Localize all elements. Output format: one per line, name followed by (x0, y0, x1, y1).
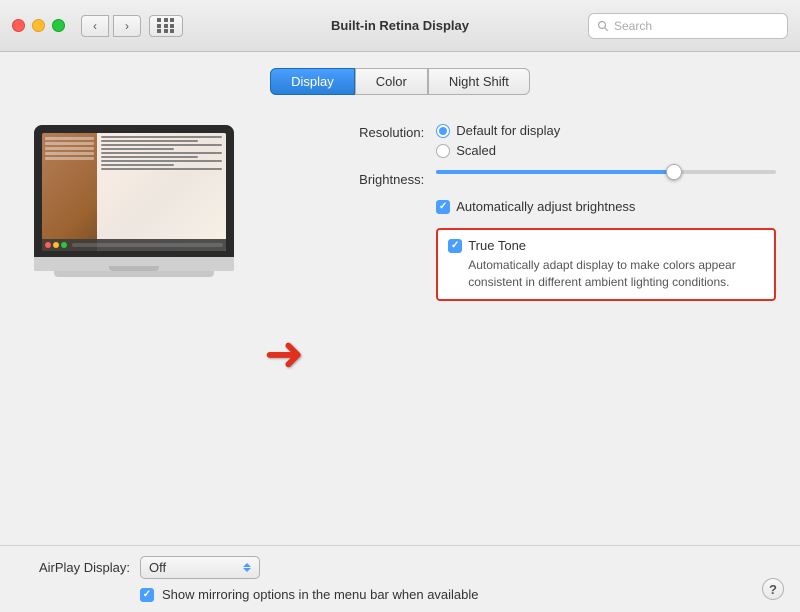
true-tone-checkbox[interactable]: ✓ (448, 239, 462, 253)
screen-text (101, 168, 222, 170)
true-tone-spacer (324, 226, 424, 228)
resolution-default-radio[interactable] (436, 124, 450, 138)
screen-taskbar (42, 239, 226, 251)
sidebar-line (45, 152, 94, 155)
auto-brightness-row: ✓ Automatically adjust brightness (324, 199, 776, 214)
taskbar-bar (72, 243, 223, 247)
screen-text (101, 164, 174, 166)
mirroring-row: ✓ Show mirroring options in the menu bar… (140, 587, 780, 602)
arrow-area: ➜ (264, 115, 304, 545)
laptop-screen (42, 133, 226, 251)
taskbar-dot (45, 242, 51, 248)
tab-color[interactable]: Color (355, 68, 428, 95)
resolution-row: Resolution: Default for display Scaled (324, 123, 776, 158)
auto-brightness-label: Automatically adjust brightness (456, 199, 635, 214)
taskbar-dot (53, 242, 59, 248)
search-input[interactable] (614, 19, 779, 33)
taskbar-dot (61, 242, 67, 248)
laptop-base (34, 257, 234, 271)
tab-bar: Display Color Night Shift (270, 68, 530, 95)
mirroring-checkbox[interactable]: ✓ (140, 588, 154, 602)
checkmark-icon: ✓ (439, 202, 447, 212)
bottom-bar: AirPlay Display: Off ✓ Show mirroring op… (0, 545, 800, 612)
window-title: Built-in Retina Display (331, 18, 469, 33)
laptop-image (34, 125, 234, 277)
resolution-label: Resolution: (324, 123, 424, 140)
screen-text (101, 152, 222, 154)
sidebar-line (45, 142, 94, 145)
tab-nightshift[interactable]: Night Shift (428, 68, 530, 95)
back-button[interactable]: ‹ (81, 15, 109, 37)
laptop-stand (54, 271, 214, 277)
auto-brightness-checkbox[interactable]: ✓ (436, 200, 450, 214)
nav-buttons: ‹ › (81, 15, 141, 37)
true-tone-description: Automatically adapt display to make colo… (468, 257, 764, 291)
arrow-down-icon (243, 568, 251, 572)
auto-brightness-option[interactable]: ✓ Automatically adjust brightness (436, 199, 776, 214)
traffic-lights (12, 19, 65, 32)
screen-text (101, 140, 198, 142)
brightness-thumb[interactable] (666, 164, 682, 180)
grid-icon (157, 18, 175, 33)
tab-display[interactable]: Display (270, 68, 355, 95)
checkmark-icon: ✓ (143, 590, 151, 600)
checkmark-icon: ✓ (451, 241, 459, 251)
content-area: Display Color Night Shift (0, 52, 800, 545)
true-tone-row: ✓ True Tone Automatically adapt display … (324, 226, 776, 301)
main-panel: ➜ Resolution: Default for display Scaled (24, 115, 776, 545)
sidebar-line (45, 147, 94, 150)
resolution-controls: Default for display Scaled (436, 123, 776, 158)
arrow-icon: ➜ (264, 331, 304, 379)
sidebar-line (45, 137, 94, 140)
airplay-value: Off (149, 560, 166, 575)
dropdown-arrow-icon (243, 563, 251, 572)
resolution-default-option[interactable]: Default for display (436, 123, 776, 138)
screen-text (101, 144, 222, 146)
resolution-default-label: Default for display (456, 123, 560, 138)
minimize-button[interactable] (32, 19, 45, 32)
screen-text (101, 156, 198, 158)
brightness-controls (436, 170, 776, 174)
screen-text (101, 160, 222, 162)
screen-text (101, 136, 222, 138)
auto-brightness-spacer (324, 199, 424, 201)
search-icon (597, 20, 609, 32)
maximize-button[interactable] (52, 19, 65, 32)
search-box[interactable] (588, 13, 788, 39)
screen-sidebar (42, 133, 97, 251)
airplay-label: AirPlay Display: (20, 560, 130, 575)
help-button[interactable]: ? (762, 578, 784, 600)
brightness-row: Brightness: (324, 170, 776, 187)
screen-main (97, 133, 226, 251)
true-tone-option[interactable]: ✓ True Tone (448, 238, 764, 253)
settings-panel: Resolution: Default for display Scaled B… (324, 115, 776, 545)
brightness-label: Brightness: (324, 170, 424, 187)
grid-button[interactable] (149, 15, 183, 37)
brightness-slider[interactable] (436, 170, 776, 174)
titlebar: ‹ › Built-in Retina Display (0, 0, 800, 52)
resolution-scaled-option[interactable]: Scaled (436, 143, 776, 158)
close-button[interactable] (12, 19, 25, 32)
screen-content (42, 133, 226, 251)
true-tone-controls: ✓ True Tone Automatically adapt display … (436, 226, 776, 301)
true-tone-box: ✓ True Tone Automatically adapt display … (436, 228, 776, 301)
airplay-row: AirPlay Display: Off (20, 556, 780, 579)
laptop-preview (24, 115, 244, 545)
auto-brightness-controls: ✓ Automatically adjust brightness (436, 199, 776, 214)
screen-bezel (34, 125, 234, 257)
resolution-scaled-label: Scaled (456, 143, 496, 158)
arrow-up-icon (243, 563, 251, 567)
screen-text (101, 148, 174, 150)
airplay-dropdown[interactable]: Off (140, 556, 260, 579)
forward-button[interactable]: › (113, 15, 141, 37)
resolution-scaled-radio[interactable] (436, 144, 450, 158)
sidebar-line (45, 157, 94, 160)
brightness-slider-row (436, 170, 776, 174)
true-tone-label: True Tone (468, 238, 526, 253)
mirroring-label: Show mirroring options in the menu bar w… (162, 587, 479, 602)
